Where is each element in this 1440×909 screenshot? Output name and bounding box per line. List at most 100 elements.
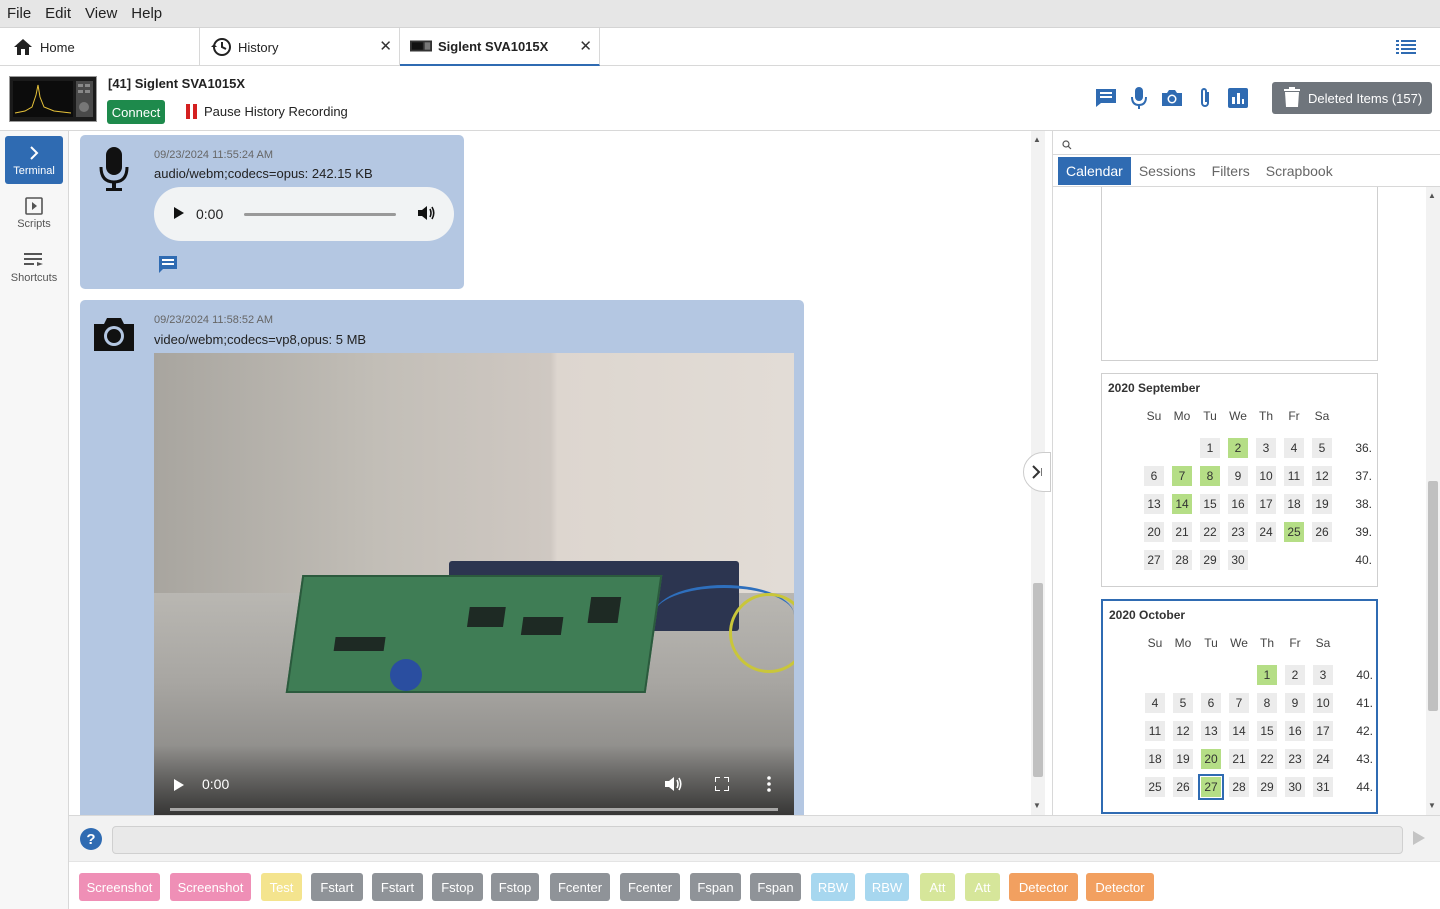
calendar-day[interactable]: 23 — [1285, 749, 1305, 769]
calendar-day[interactable]: 1 — [1257, 665, 1277, 685]
calendar-day[interactable]: 30 — [1228, 550, 1248, 570]
deleted-items-button[interactable]: Deleted Items (157) — [1272, 82, 1432, 114]
calendar-day[interactable]: 30 — [1285, 777, 1305, 797]
video-player[interactable]: 0:00 — [154, 353, 794, 815]
calendar-day[interactable]: 7 — [1172, 466, 1192, 486]
panel-search[interactable] — [1053, 131, 1440, 155]
calendar-day[interactable]: 3 — [1313, 665, 1333, 685]
shortcut-button[interactable]: Att — [920, 873, 955, 901]
shortcut-button[interactable]: Detector — [1086, 873, 1154, 901]
play-icon[interactable] — [174, 206, 184, 222]
calendar-day[interactable]: 18 — [1284, 494, 1304, 514]
calendar-day[interactable]: 11 — [1145, 721, 1165, 741]
tab-filters[interactable]: Filters — [1204, 157, 1258, 185]
calendar-day[interactable]: 21 — [1172, 522, 1192, 542]
calendar-day[interactable]: 14 — [1229, 721, 1249, 741]
calendar-day[interactable]: 29 — [1257, 777, 1277, 797]
calendar-day[interactable]: 11 — [1284, 466, 1304, 486]
calendar-day[interactable]: 9 — [1285, 693, 1305, 713]
calendar-day[interactable]: 4 — [1284, 438, 1304, 458]
tab-calendar[interactable]: Calendar — [1058, 157, 1131, 185]
menu-edit[interactable]: Edit — [38, 5, 78, 22]
video-seek-bar[interactable] — [170, 808, 778, 811]
calendar-day[interactable]: 24 — [1313, 749, 1333, 769]
calendar-day[interactable]: 17 — [1256, 494, 1276, 514]
calendar-day[interactable]: 28 — [1172, 550, 1192, 570]
calendar-day[interactable]: 15 — [1200, 494, 1220, 514]
sidebar-item-shortcuts[interactable]: Shortcuts — [5, 243, 63, 291]
calendar-day[interactable]: 6 — [1201, 693, 1221, 713]
calendar-day[interactable]: 15 — [1257, 721, 1277, 741]
close-icon[interactable]: ✕ — [579, 39, 592, 54]
shortcut-button[interactable]: Fstop — [491, 873, 539, 901]
volume-icon[interactable] — [418, 205, 436, 224]
calendar-day[interactable]: 5 — [1312, 438, 1332, 458]
send-icon[interactable] — [1413, 831, 1425, 848]
attachment-icon[interactable] — [1193, 86, 1216, 109]
calendar-day[interactable]: 23 — [1228, 522, 1248, 542]
calendar-day[interactable]: 14 — [1172, 494, 1192, 514]
fullscreen-icon[interactable] — [714, 776, 730, 794]
calendar-day[interactable]: 27 — [1198, 774, 1224, 800]
calendar-day[interactable]: 26 — [1173, 777, 1193, 797]
sidebar-item-scripts[interactable]: Scripts — [5, 189, 63, 237]
pause-history-button[interactable]: Pause History Recording — [186, 104, 348, 119]
chart-icon[interactable] — [1226, 86, 1249, 109]
calendar-day[interactable]: 25 — [1284, 522, 1304, 542]
tab-home[interactable]: Home — [0, 28, 200, 66]
shortcut-button[interactable]: Fspan — [690, 873, 741, 901]
menu-file[interactable]: File — [0, 5, 38, 22]
calendar-day[interactable]: 16 — [1228, 494, 1248, 514]
shortcut-button[interactable]: RBW — [865, 873, 909, 901]
menu-help[interactable]: Help — [124, 5, 169, 22]
comment-icon[interactable] — [158, 255, 178, 277]
audio-player[interactable]: 0:00 — [154, 187, 454, 241]
calendar-day[interactable]: 2 — [1285, 665, 1305, 685]
tab-list-icon[interactable] — [1396, 40, 1416, 57]
calendar-day[interactable]: 5 — [1173, 693, 1193, 713]
calendar-day[interactable]: 20 — [1201, 749, 1221, 769]
calendar-day[interactable]: 24 — [1256, 522, 1276, 542]
calendar-day[interactable]: 8 — [1257, 693, 1277, 713]
sidebar-item-terminal[interactable]: Terminal — [5, 136, 63, 184]
calendar-day[interactable]: 10 — [1256, 466, 1276, 486]
shortcut-button[interactable]: Fstart — [372, 873, 423, 901]
calendar-day[interactable]: 20 — [1144, 522, 1164, 542]
calendar-day[interactable]: 21 — [1229, 749, 1249, 769]
audio-seek-bar[interactable] — [244, 213, 396, 216]
shortcut-button[interactable]: Att — [965, 873, 1000, 901]
play-icon[interactable] — [174, 778, 184, 794]
calendar-day[interactable]: 13 — [1144, 494, 1164, 514]
shortcut-button[interactable]: Detector — [1009, 873, 1078, 901]
tab-siglent[interactable]: Siglent SVA1015X ✕ — [400, 28, 600, 66]
calendar-day[interactable]: 22 — [1257, 749, 1277, 769]
calendar-day[interactable]: 28 — [1229, 777, 1249, 797]
volume-icon[interactable] — [665, 776, 683, 795]
tab-sessions[interactable]: Sessions — [1131, 157, 1204, 185]
calendar-day[interactable]: 27 — [1144, 550, 1164, 570]
shortcut-button[interactable]: Screenshot — [170, 873, 251, 901]
shortcut-button[interactable]: Test — [261, 873, 302, 901]
calendar-day[interactable]: 8 — [1200, 466, 1220, 486]
shortcut-button[interactable]: RBW — [811, 873, 855, 901]
calendar-day[interactable]: 25 — [1145, 777, 1165, 797]
calendar-day[interactable]: 9 — [1228, 466, 1248, 486]
calendar-day[interactable]: 18 — [1145, 749, 1165, 769]
tab-history[interactable]: History ✕ — [200, 28, 400, 66]
shortcut-button[interactable]: Fspan — [750, 873, 801, 901]
shortcut-button[interactable]: Screenshot — [79, 873, 160, 901]
camera-icon[interactable] — [1160, 86, 1183, 109]
calendar-day[interactable]: 12 — [1173, 721, 1193, 741]
help-icon[interactable]: ? — [80, 828, 102, 850]
comment-icon[interactable] — [1094, 86, 1117, 109]
shortcut-button[interactable]: Fstart — [311, 873, 363, 901]
calendar-day[interactable]: 22 — [1200, 522, 1220, 542]
close-icon[interactable]: ✕ — [379, 39, 392, 54]
command-input[interactable] — [112, 826, 1403, 854]
calendar-day[interactable]: 17 — [1313, 721, 1333, 741]
calendar-day[interactable]: 12 — [1312, 466, 1332, 486]
shortcut-button[interactable]: Fcenter — [620, 873, 680, 901]
calendar-day[interactable]: 19 — [1312, 494, 1332, 514]
calendar-day[interactable]: 19 — [1173, 749, 1193, 769]
calendar-day[interactable]: 29 — [1200, 550, 1220, 570]
